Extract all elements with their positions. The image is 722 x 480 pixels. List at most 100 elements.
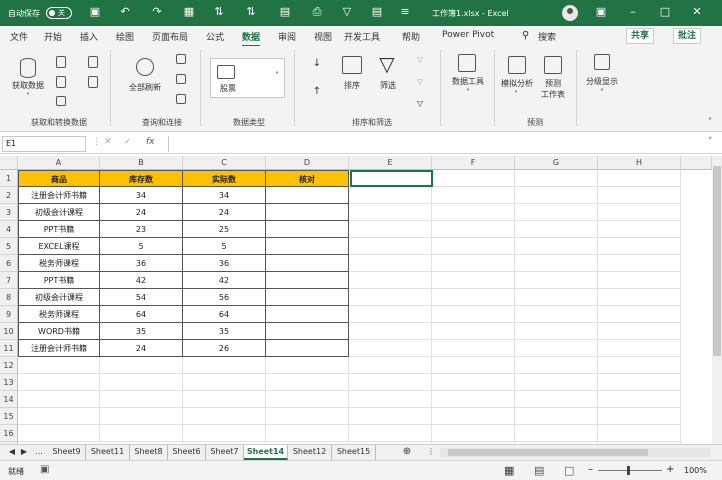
data-cell[interactable]: 34 <box>100 187 183 204</box>
data-cell[interactable]: 税务师课程 <box>18 255 100 272</box>
undo-icon[interactable]: ↶ <box>118 5 132 19</box>
search-icon[interactable]: ⚲ <box>522 30 529 41</box>
cancel-icon[interactable]: ✕ <box>104 137 112 147</box>
data-cell[interactable]: 64 <box>183 306 266 323</box>
tab-scroll-more-icon[interactable]: ⋮ <box>426 445 436 460</box>
data-cell[interactable] <box>266 289 349 306</box>
empty-cell[interactable] <box>432 204 515 221</box>
empty-cell[interactable] <box>100 391 183 408</box>
get-data-button[interactable]: 获取数据 <box>10 80 46 91</box>
restore-icon[interactable]: □ <box>658 5 672 19</box>
empty-cell[interactable] <box>598 340 681 357</box>
empty-cell[interactable] <box>100 357 183 374</box>
empty-cell[interactable] <box>515 391 598 408</box>
empty-cell[interactable] <box>183 408 266 425</box>
empty-cell[interactable] <box>183 391 266 408</box>
tab-ellipsis[interactable]: ... <box>32 445 46 460</box>
row-header-13[interactable]: 13 <box>0 374 18 391</box>
data-cell[interactable]: EXCEL课程 <box>18 238 100 255</box>
data-cell[interactable]: 24 <box>100 204 183 221</box>
header-cell[interactable]: 商品 <box>18 170 100 187</box>
data-cell[interactable] <box>266 238 349 255</box>
name-box[interactable]: E1 <box>2 136 86 152</box>
empty-cell[interactable] <box>183 425 266 442</box>
share-button[interactable]: 共享 <box>626 28 655 44</box>
empty-cell[interactable] <box>515 357 598 374</box>
enter-icon[interactable]: ✓ <box>124 137 132 147</box>
data-cell[interactable]: 42 <box>100 272 183 289</box>
data-cell[interactable]: 26 <box>183 340 266 357</box>
refresh-all-button[interactable]: 全部刷新 <box>120 82 170 93</box>
page-break-view-icon[interactable]: □ <box>564 464 574 477</box>
row-header-11[interactable]: 11 <box>0 340 18 357</box>
empty-cell[interactable] <box>18 408 100 425</box>
tab-next-icon[interactable]: ▶ <box>18 445 30 460</box>
advanced-filter-icon[interactable]: ▽ <box>414 98 426 109</box>
empty-cell[interactable] <box>349 357 432 374</box>
row-header-14[interactable]: 14 <box>0 391 18 408</box>
data-cell[interactable]: 36 <box>100 255 183 272</box>
data-tools-dropdown-icon[interactable]: ˅ <box>462 87 474 98</box>
data-cell[interactable] <box>266 204 349 221</box>
sheet-tab-sheet7[interactable]: Sheet7 <box>206 445 244 460</box>
empty-cell[interactable] <box>349 204 432 221</box>
what-if-button[interactable]: 模拟分析 <box>496 78 538 89</box>
sort-icon[interactable] <box>342 56 362 74</box>
empty-cell[interactable] <box>515 238 598 255</box>
from-text-icon[interactable] <box>56 56 66 68</box>
sheet-tab-sheet12[interactable]: Sheet12 <box>288 445 332 460</box>
empty-cell[interactable] <box>432 289 515 306</box>
empty-cell[interactable] <box>183 374 266 391</box>
empty-cell[interactable] <box>432 357 515 374</box>
data-cell[interactable]: 初级会计课程 <box>18 289 100 306</box>
menu-home[interactable]: 开始 <box>44 30 62 43</box>
worksheet-grid[interactable]: A B C D E F G H 1 商品 库存数 实际数 核对 2 注册会计师书籍 34 34 3 初级会计课程 24… <box>0 156 712 444</box>
empty-cell[interactable] <box>598 204 681 221</box>
data-cell[interactable]: 54 <box>100 289 183 306</box>
data-cell[interactable] <box>266 187 349 204</box>
empty-cell[interactable] <box>349 391 432 408</box>
gallery-more-icon[interactable]: ˅ <box>272 70 282 81</box>
data-cell[interactable]: 5 <box>100 238 183 255</box>
empty-cell[interactable] <box>266 357 349 374</box>
insert-function-icon[interactable]: fx <box>146 137 155 147</box>
sort-asc-icon[interactable]: ⇅ <box>212 5 226 19</box>
data-cell[interactable]: 5 <box>183 238 266 255</box>
menu-help[interactable]: 帮助 <box>402 30 420 43</box>
collapse-ribbon-icon[interactable]: ˄ <box>704 116 716 127</box>
data-cell[interactable] <box>266 340 349 357</box>
empty-cell[interactable] <box>515 289 598 306</box>
close-icon[interactable]: ✕ <box>690 5 704 19</box>
empty-cell[interactable] <box>515 255 598 272</box>
vertical-scroll-thumb[interactable] <box>713 166 721 356</box>
empty-cell[interactable] <box>598 323 681 340</box>
row-header-2[interactable]: 2 <box>0 187 18 204</box>
row-header-7[interactable]: 7 <box>0 272 18 289</box>
menu-developer[interactable]: 开发工具 <box>344 30 380 43</box>
empty-cell[interactable] <box>183 357 266 374</box>
empty-cell[interactable] <box>432 425 515 442</box>
reapply-filter-icon[interactable]: ▽ <box>414 76 426 87</box>
menu-view[interactable]: 视图 <box>314 30 332 43</box>
empty-cell[interactable] <box>598 255 681 272</box>
empty-cell[interactable] <box>515 170 598 187</box>
column-header-c[interactable]: C <box>183 156 266 170</box>
get-data-dropdown-icon[interactable]: ˅ <box>22 91 34 102</box>
normal-view-icon[interactable]: ▦ <box>504 464 514 477</box>
filter-funnel-icon[interactable]: ▽ <box>376 52 398 76</box>
empty-cell[interactable] <box>515 187 598 204</box>
column-header-e[interactable]: E <box>349 156 432 170</box>
empty-cell[interactable] <box>432 255 515 272</box>
empty-cell[interactable] <box>432 408 515 425</box>
column-header-f[interactable]: F <box>432 156 515 170</box>
row-header-1[interactable]: 1 <box>0 170 18 187</box>
empty-cell[interactable] <box>349 408 432 425</box>
menu-insert[interactable]: 插入 <box>80 30 98 43</box>
data-cell[interactable]: 24 <box>183 204 266 221</box>
empty-cell[interactable] <box>349 272 432 289</box>
outline-button[interactable]: 分级显示 <box>580 76 624 87</box>
new-sheet-icon[interactable]: ⊕ <box>400 445 414 460</box>
menu-formulas[interactable]: 公式 <box>206 30 224 43</box>
save-icon[interactable]: ▣ <box>88 5 102 19</box>
data-cell[interactable]: PPT书籍 <box>18 221 100 238</box>
